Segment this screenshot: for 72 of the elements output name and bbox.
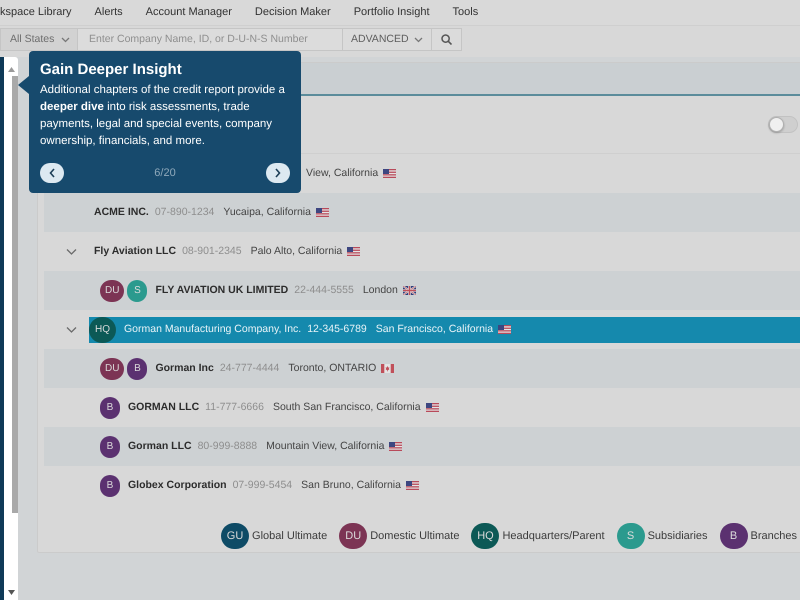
entity-type-badge: HQ (89, 316, 116, 342)
company-location: Yucaipa, California (223, 204, 311, 220)
chevron-down-icon[interactable] (66, 248, 77, 255)
entity-type-badge: B (100, 474, 120, 496)
legend-badge: B (720, 523, 748, 549)
company-name[interactable]: FLY AVIATION UK LIMITED (155, 282, 288, 298)
caret-icon (414, 36, 423, 42)
company-name[interactable]: Gorman Inc (155, 360, 214, 376)
legend-label: Global Ultimate (252, 528, 328, 544)
scroll-up-icon[interactable] (8, 67, 14, 72)
legend-label: Domestic Ultimate (370, 528, 460, 544)
legend-label: Branches (750, 528, 797, 544)
entity-type-badge: B (100, 396, 120, 418)
entity-type-badge: B (127, 358, 148, 380)
legend-label: Subsidiaries (648, 528, 708, 544)
company-location: Mountain View, California (266, 438, 384, 454)
company-name[interactable]: Fly Aviation LLC (94, 244, 176, 260)
company-location: San Francisco, California (376, 322, 494, 337)
entity-type-badge: DU (100, 358, 124, 380)
search-icon (440, 34, 452, 45)
company-id: 11-777-6666 (205, 400, 264, 415)
company-location: South San Francisco, California (272, 400, 421, 415)
entity-type-badge: S (127, 280, 148, 302)
company-id: 80-999-8888 (198, 438, 258, 454)
legend-badge: S (616, 523, 645, 549)
entity-type-badge: DU (100, 280, 124, 302)
company-location: View, California (306, 166, 378, 181)
legend-badge: GU (221, 523, 250, 549)
legend-badge: HQ (471, 523, 500, 549)
popover-title: Gain Deeper Insight (40, 60, 183, 79)
nav-link[interactable]: Alerts (94, 4, 123, 21)
company-location: San Bruno, California (301, 478, 401, 493)
company-location: London (362, 282, 398, 298)
company-id: 08-901-2345 (182, 244, 242, 259)
nav-link[interactable]: Account Manager (146, 4, 232, 21)
caret-icon (61, 36, 70, 42)
toggle-switch[interactable] (768, 116, 798, 133)
company-location: Toronto, ONTARIO (288, 360, 376, 376)
search-input[interactable]: Enter Company Name, ID, or D-U-N-S Number (78, 28, 343, 51)
company-id: 22-444-5555 (294, 282, 354, 298)
tree-row[interactable]: ACME INC. 07-890-1234 Yucaipa, California (44, 193, 800, 232)
chevron-right-icon (274, 168, 282, 178)
popover-text: Additional chapters of the credit report provide a deeper dive into risk assessments, trade payments, legal and special events, company ownership, financials, and more. (40, 83, 286, 149)
company-id: 07-890-1234 (154, 204, 214, 220)
scrollbar-thumb[interactable] (12, 76, 18, 513)
tree-row[interactable]: B Gorman LLC 80-999-8888 Mountain View, California (44, 427, 800, 466)
scroll-down-icon[interactable] (8, 590, 14, 595)
legend-label: Headquarters/Parent (502, 528, 605, 544)
chevron-down-icon[interactable] (66, 326, 77, 333)
company-id: 12-345-6789 (307, 322, 367, 337)
step-counter: 6/20 (154, 166, 176, 181)
legend-badge: DU (339, 523, 368, 549)
tree-row[interactable]: DU B Gorman Inc 24-777-4444 Toronto, ONTARIO (44, 349, 800, 388)
previous-button[interactable] (40, 163, 64, 183)
next-button[interactable] (266, 163, 290, 183)
search-button[interactable] (432, 28, 462, 51)
company-id: 24-777-4444 (220, 360, 280, 376)
nav-link[interactable]: kspace Library (0, 4, 72, 21)
company-name[interactable]: ACME INC. (94, 204, 149, 220)
company-name[interactable]: GORMAN LLC (128, 400, 200, 416)
nav-link[interactable]: Portfolio Insight (354, 4, 430, 21)
chevron-left-icon (48, 168, 56, 178)
company-id: 07-999-5454 (232, 478, 292, 493)
tree-row[interactable]: DU S FLY AVIATION UK LIMITED 22-444-5555 London (44, 271, 800, 310)
nav-link[interactable]: Decision Maker (254, 4, 331, 21)
advanced-dropdown[interactable]: ADVANCED (343, 28, 432, 51)
company-name[interactable]: Gorman LLC (128, 438, 192, 454)
company-name[interactable]: Globex Corporation (128, 478, 227, 494)
company-name[interactable]: Gorman Manufacturing Company, Inc. (124, 322, 302, 338)
entity-type-badge: B (100, 436, 120, 458)
nav-link[interactable]: Tools (452, 4, 478, 21)
company-location: Palo Alto, California (250, 244, 342, 259)
